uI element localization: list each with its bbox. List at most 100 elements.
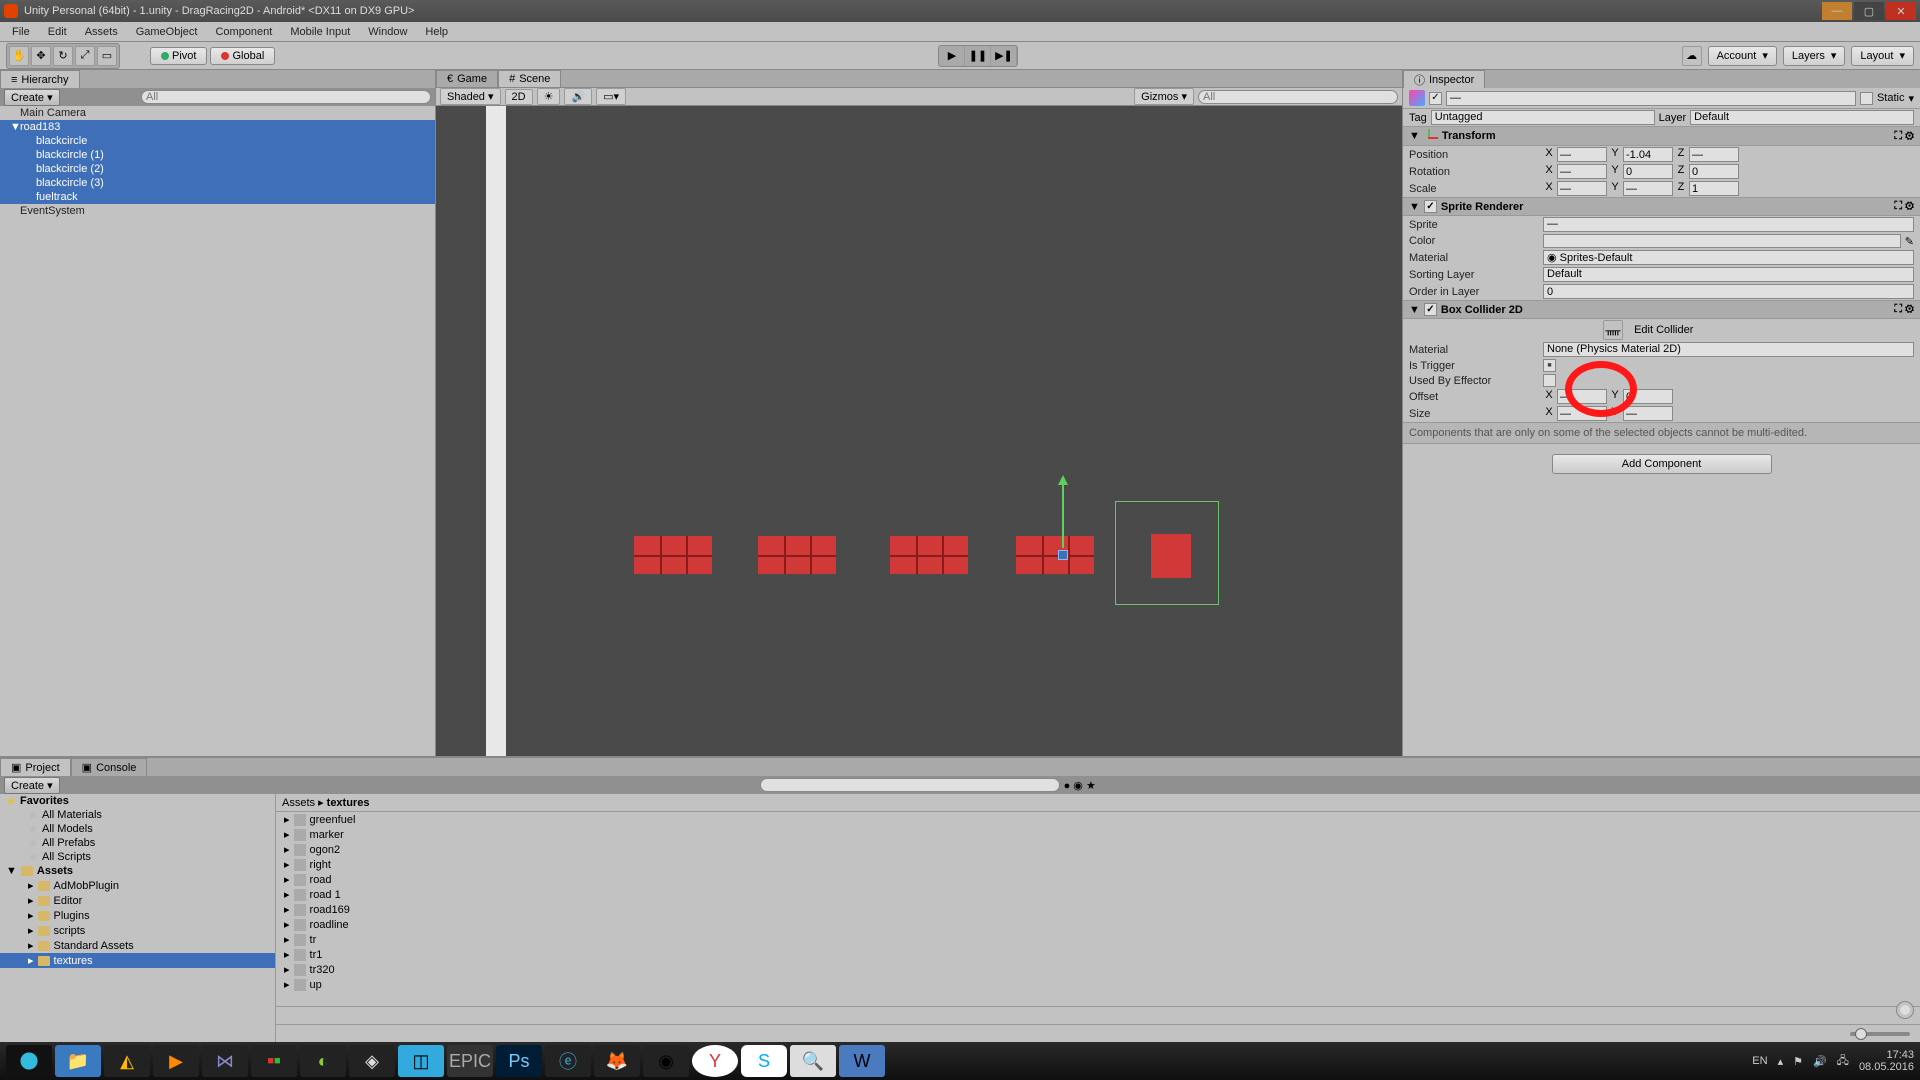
- scene-view[interactable]: [436, 106, 1402, 756]
- collider-material-field[interactable]: None (Physics Material 2D): [1543, 342, 1914, 357]
- menu-mobileinput[interactable]: Mobile Input: [282, 24, 358, 40]
- folder-item[interactable]: ▸ Standard Assets: [0, 938, 275, 953]
- system-clock[interactable]: 17:4308.05.2016: [1859, 1049, 1914, 1073]
- scale-y-field[interactable]: [1623, 181, 1673, 196]
- project-create-button[interactable]: Create ▾: [4, 777, 60, 794]
- asset-item[interactable]: ▸ roadline: [276, 917, 1920, 932]
- pos-y-field[interactable]: [1623, 147, 1673, 162]
- asset-item[interactable]: ▸ road 1: [276, 887, 1920, 902]
- gameobject-name-field[interactable]: [1446, 91, 1856, 106]
- project-search-input[interactable]: [760, 778, 1060, 792]
- account-dropdown[interactable]: Account▾: [1708, 46, 1777, 66]
- folder-item[interactable]: ▸ AdMobPlugin: [0, 878, 275, 893]
- asset-item[interactable]: ▸ ogon2: [276, 842, 1920, 857]
- offset-x-field[interactable]: [1557, 389, 1607, 404]
- is-trigger-checkbox[interactable]: [1543, 359, 1556, 372]
- lighting-toggle[interactable]: ☀: [537, 88, 561, 105]
- menu-component[interactable]: Component: [207, 24, 280, 40]
- gizmo-center[interactable]: [1058, 550, 1068, 560]
- chrome-icon[interactable]: ◉: [643, 1045, 689, 1077]
- static-checkbox[interactable]: [1860, 92, 1873, 105]
- folder-item[interactable]: ▸ Plugins: [0, 908, 275, 923]
- hierarchy-item[interactable]: ▼road183: [0, 120, 435, 134]
- project-breadcrumb[interactable]: Assets ▸ textures: [276, 794, 1920, 812]
- layers-dropdown[interactable]: Layers▾: [1783, 46, 1846, 66]
- project-tab[interactable]: ▣ Project: [0, 758, 71, 776]
- size-x-field[interactable]: [1557, 406, 1607, 421]
- maximize-button[interactable]: ▢: [1854, 2, 1884, 20]
- photoshop-icon[interactable]: Ps: [496, 1045, 542, 1077]
- order-in-layer-field[interactable]: [1543, 284, 1914, 299]
- language-indicator[interactable]: EN: [1752, 1055, 1767, 1067]
- menu-assets[interactable]: Assets: [77, 24, 126, 40]
- pause-button[interactable]: ❚❚: [965, 46, 991, 66]
- hierarchy-item[interactable]: blackcircle (1): [0, 148, 435, 162]
- hierarchy-item[interactable]: EventSystem: [0, 204, 435, 218]
- asset-item[interactable]: ▸ right: [276, 857, 1920, 872]
- asset-item[interactable]: ▸ tr: [276, 932, 1920, 947]
- cloud-button[interactable]: ☁: [1682, 46, 1702, 66]
- scale-z-field[interactable]: [1689, 181, 1739, 196]
- firefox-icon[interactable]: 🦊: [594, 1045, 640, 1077]
- game-tab[interactable]: € Game: [436, 70, 498, 87]
- scrollbar-thumb-icon[interactable]: [1896, 1001, 1914, 1019]
- menu-edit[interactable]: Edit: [40, 24, 75, 40]
- global-toggle[interactable]: Global: [210, 47, 275, 65]
- hierarchy-search-input[interactable]: [141, 90, 431, 104]
- scale-tool[interactable]: ⤢: [75, 46, 95, 66]
- folder-item[interactable]: ▸ Editor: [0, 893, 275, 908]
- rect-tool[interactable]: ▭: [97, 46, 117, 66]
- ie-icon[interactable]: ⓔ: [545, 1045, 591, 1077]
- app-icon-1[interactable]: ⋈: [202, 1045, 248, 1077]
- rot-z-field[interactable]: [1689, 164, 1739, 179]
- menu-file[interactable]: File: [4, 24, 38, 40]
- pivot-toggle[interactable]: Pivot: [150, 47, 207, 65]
- transform-component-header[interactable]: ▼ Transform ⛶ ⚙: [1403, 126, 1920, 146]
- hierarchy-item[interactable]: fueltrack: [0, 190, 435, 204]
- sprite-blackcircle-2[interactable]: [890, 536, 968, 574]
- scene-tab[interactable]: # Scene: [498, 70, 561, 87]
- rotate-tool[interactable]: ↻: [53, 46, 73, 66]
- box-collider-header[interactable]: ▼ Box Collider 2D⛶ ⚙: [1403, 300, 1920, 319]
- color-field[interactable]: [1543, 234, 1901, 248]
- asset-item[interactable]: ▸ tr1: [276, 947, 1920, 962]
- offset-y-field[interactable]: [1623, 389, 1673, 404]
- add-component-button[interactable]: Add Component: [1552, 454, 1772, 474]
- hand-tool[interactable]: ✋: [9, 46, 29, 66]
- hierarchy-item[interactable]: blackcircle: [0, 134, 435, 148]
- used-by-effector-checkbox[interactable]: [1543, 374, 1556, 387]
- tray-network-icon[interactable]: 🖧: [1837, 1052, 1849, 1071]
- unity-icon[interactable]: ◈: [349, 1045, 395, 1077]
- android-studio-icon[interactable]: ◐: [300, 1045, 346, 1077]
- layout-dropdown[interactable]: Layout▾: [1851, 46, 1914, 66]
- rot-y-field[interactable]: [1623, 164, 1673, 179]
- explorer-icon[interactable]: 📁: [55, 1045, 101, 1077]
- app-icon-2[interactable]: ■■: [251, 1045, 297, 1077]
- hierarchy-create-button[interactable]: Create ▾: [4, 89, 60, 106]
- skype-icon[interactable]: S: [741, 1045, 787, 1077]
- icon-size-slider[interactable]: [1850, 1032, 1910, 1036]
- pos-x-field[interactable]: [1557, 147, 1607, 162]
- gizmo-y-axis[interactable]: [1062, 478, 1064, 548]
- hierarchy-tab[interactable]: ≡ Hierarchy: [0, 70, 80, 88]
- asset-item[interactable]: ▸ road169: [276, 902, 1920, 917]
- sprite-blackcircle-1[interactable]: [758, 536, 836, 574]
- scale-x-field[interactable]: [1557, 181, 1607, 196]
- favorite-item[interactable]: All Scripts: [0, 850, 275, 864]
- hierarchy-item[interactable]: Main Camera: [0, 106, 435, 120]
- step-button[interactable]: ▶❚: [991, 46, 1017, 66]
- asset-item[interactable]: ▸ up: [276, 977, 1920, 992]
- minimize-button[interactable]: —: [1822, 2, 1852, 20]
- sprite-blackcircle[interactable]: [634, 536, 712, 574]
- sprite-renderer-header[interactable]: ▼ Sprite Renderer⛶ ⚙: [1403, 197, 1920, 216]
- hierarchy-item[interactable]: blackcircle (2): [0, 162, 435, 176]
- folder-item[interactable]: ▸ textures: [0, 953, 275, 968]
- favorites-header[interactable]: Favorites: [0, 794, 275, 808]
- rot-x-field[interactable]: [1557, 164, 1607, 179]
- fx-toggle[interactable]: ▭▾: [596, 88, 626, 105]
- play-button[interactable]: ▶: [939, 46, 965, 66]
- scene-search-input[interactable]: [1198, 90, 1398, 104]
- close-button[interactable]: ✕: [1886, 2, 1916, 20]
- media-player-icon[interactable]: ▶: [153, 1045, 199, 1077]
- asset-item[interactable]: ▸ tr320: [276, 962, 1920, 977]
